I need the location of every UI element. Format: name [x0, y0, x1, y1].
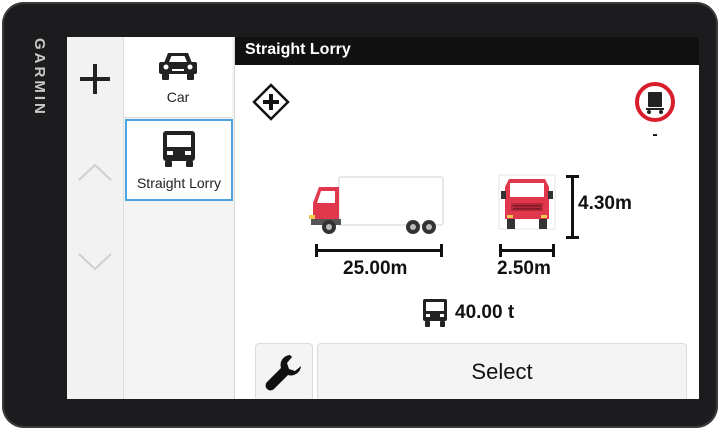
no-trailer-sign-icon [635, 82, 675, 122]
tools-button[interactable] [255, 343, 313, 399]
nav-column [67, 37, 124, 399]
width-dimension-line [499, 244, 555, 257]
width-value[interactable]: 2.50m [497, 258, 551, 280]
profile-item-car[interactable]: Car [124, 37, 232, 118]
plus-icon [80, 64, 110, 94]
restriction-value: - [652, 126, 658, 143]
brand-logo: GARMIN [31, 38, 48, 117]
profile-item-label: Straight Lorry [136, 175, 222, 191]
chevron-up-icon [78, 163, 112, 181]
title-bar: Straight Lorry [235, 37, 699, 65]
diamond-plus-icon [252, 83, 290, 121]
device-frame: GARMIN Car Straight Lorry Straight Lorry… [2, 2, 718, 428]
lorry-icon [163, 131, 195, 167]
chevron-down-icon [78, 253, 112, 271]
height-dimension-line [566, 175, 579, 239]
weight-value: 40.00 t [455, 302, 515, 323]
screen: Car Straight Lorry Straight Lorry - 25.0… [67, 37, 699, 399]
wrench-icon [265, 355, 301, 391]
select-button[interactable]: Select [317, 343, 687, 399]
truck-front-view [497, 173, 557, 242]
truck-side-view [309, 175, 445, 242]
page-title: Straight Lorry [245, 41, 351, 58]
car-icon [159, 53, 197, 80]
vehicle-details-panel: - 25.00m 2.50m 4.30m 40.00 t Select [235, 65, 699, 399]
height-value[interactable]: 4.30m [578, 193, 632, 215]
add-route-button[interactable] [252, 83, 290, 126]
profile-item-straight-lorry[interactable]: Straight Lorry [125, 119, 233, 201]
truck-side-icon [309, 176, 444, 234]
length-value[interactable]: 25.00m [343, 258, 407, 280]
scroll-down-button[interactable] [67, 237, 123, 287]
scroll-up-button[interactable] [67, 147, 123, 197]
add-profile-button[interactable] [67, 51, 123, 107]
truck-front-icon [498, 174, 556, 230]
vehicle-profile-list: Car Straight Lorry [124, 37, 235, 399]
length-dimension-line [315, 244, 443, 257]
lorry-weight-icon [423, 299, 447, 327]
profile-item-label: Car [166, 89, 190, 105]
restriction-sign[interactable]: - [633, 81, 677, 144]
weight-display[interactable]: 40.00 t [421, 298, 514, 328]
